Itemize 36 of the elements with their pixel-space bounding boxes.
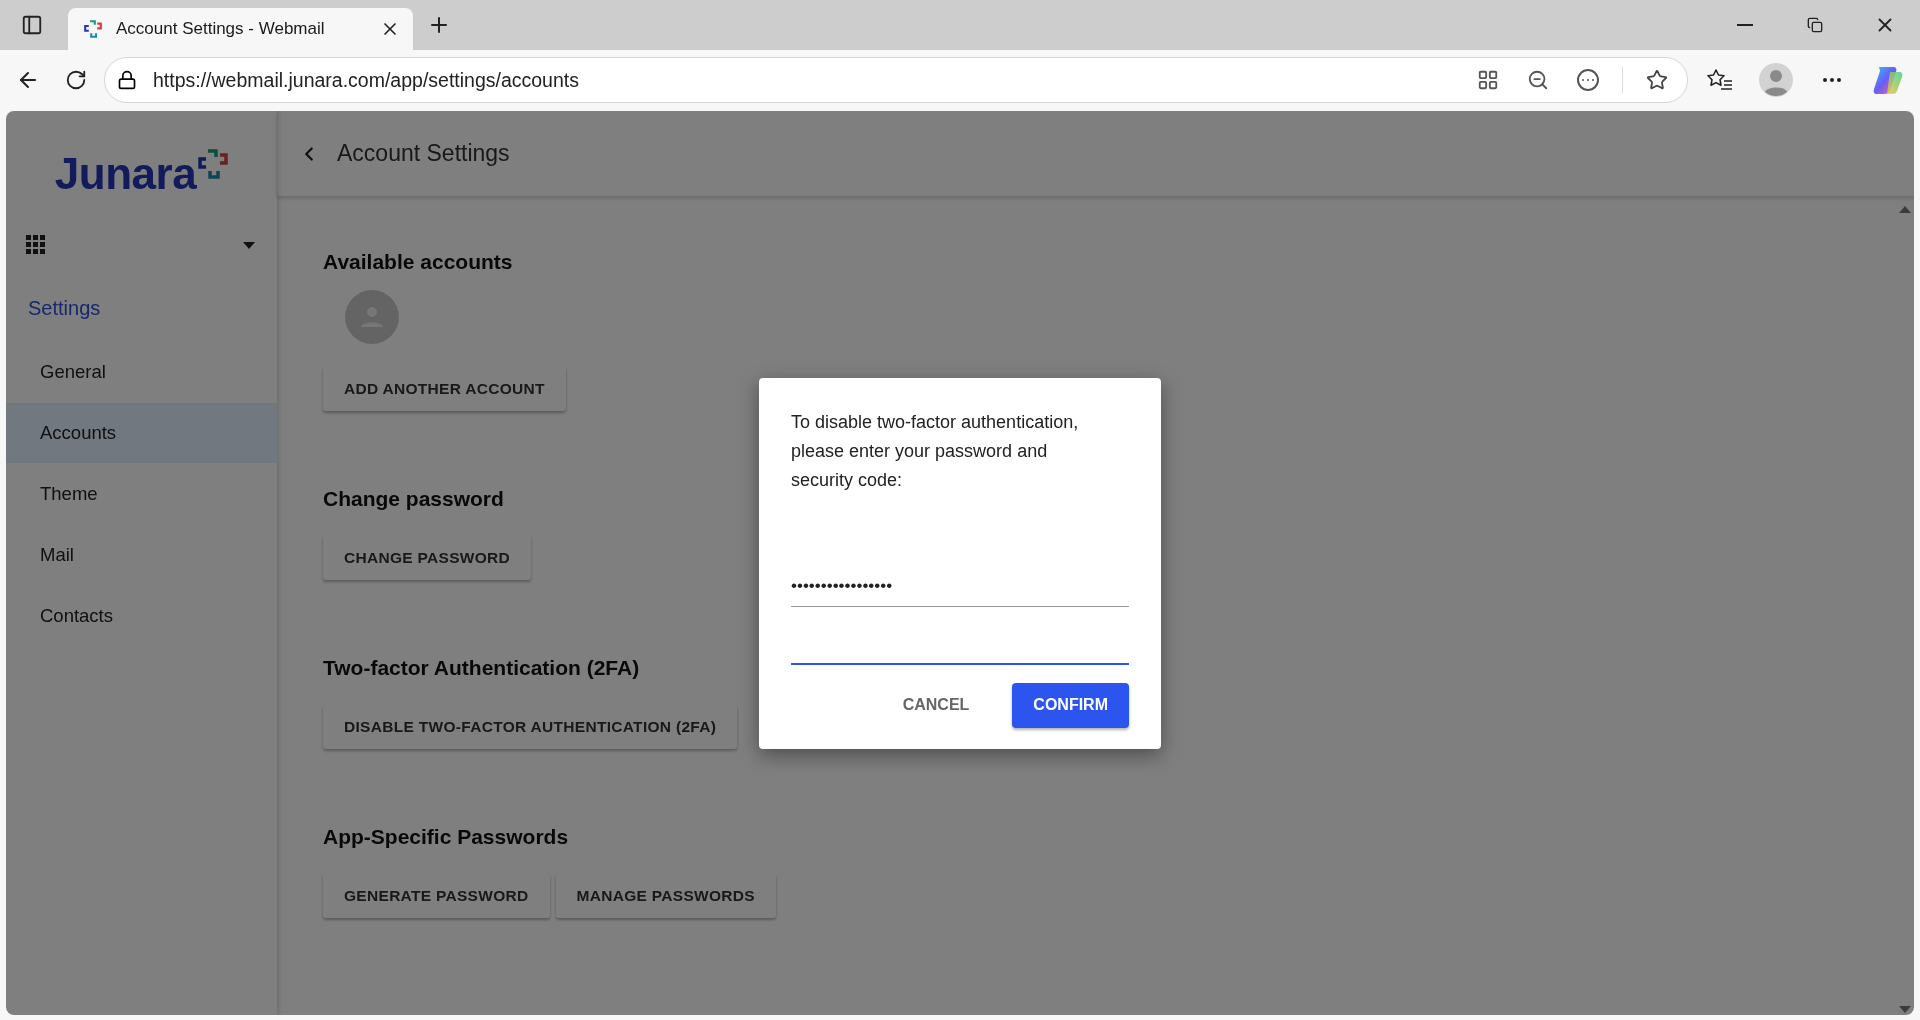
sidebar-item[interactable]: General (6, 342, 277, 402)
cancel-button[interactable]: CANCEL (881, 682, 991, 728)
action-button[interactable]: ADD ANOTHER ACCOUNT (323, 366, 566, 411)
sidebar-item[interactable]: Accounts (6, 403, 277, 463)
confirm-button[interactable]: CONFIRM (1012, 682, 1129, 728)
settings-heading: Settings (27, 296, 102, 321)
action-button[interactable]: GENERATE PASSWORD (323, 873, 550, 918)
section-heading: Available accounts (323, 250, 513, 274)
section-heading: Change password (323, 487, 504, 511)
action-button[interactable]: DISABLE TWO-FACTOR AUTHENTICATION (2FA) (323, 704, 738, 749)
minimize-icon (1737, 24, 1753, 26)
url-text: https://webmail.junara.com/app/settings/accounts (153, 68, 579, 92)
app-logo: Junara (54, 149, 229, 199)
address-bar[interactable]: https://webmail.junara.com/app/settings/accounts (104, 57, 1688, 103)
scroll-up-icon[interactable] (1899, 206, 1911, 213)
favicon-icon (84, 20, 102, 38)
action-button[interactable]: MANAGE PASSWORDS (555, 873, 776, 918)
page-title: Account Settings (337, 140, 510, 167)
action-button[interactable]: CHANGE PASSWORD (323, 535, 532, 580)
tab-title: Account Settings - Webmail (116, 19, 326, 39)
sidebar-item[interactable]: Contacts (6, 586, 277, 646)
logo-mark-icon (198, 149, 229, 179)
dialog-message: To disable two-factor authentication, please enter your password and security code: (791, 410, 1080, 492)
dropdown-caret-icon[interactable] (243, 241, 255, 249)
lock-icon (117, 70, 137, 90)
reload-icon (65, 69, 87, 91)
sidebar-item[interactable]: Mail (6, 525, 277, 585)
account-avatar-icon (345, 290, 399, 344)
apps-grid-icon[interactable] (26, 235, 46, 255)
restore-icon (1807, 17, 1823, 33)
input-field[interactable]: ••••••••••••••••• (791, 566, 1129, 607)
scroll-down-icon[interactable] (1899, 1006, 1911, 1013)
browser-tab[interactable]: Account Settings - Webmail (68, 8, 413, 50)
sidebar-item[interactable]: Theme (6, 464, 277, 524)
section-heading: Two-factor Authentication (2FA) (323, 656, 640, 680)
section-heading: App-Specific Passwords (323, 825, 569, 849)
